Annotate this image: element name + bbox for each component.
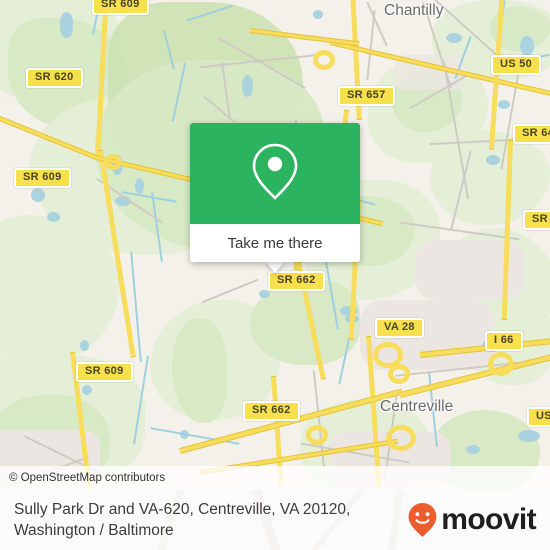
map-road-shield[interactable]: US [527, 407, 550, 427]
map-attribution-text: © OpenStreetMap contributors [9, 472, 166, 484]
map-road-shield[interactable]: SR 609 [14, 168, 71, 188]
info-card[interactable]: Take me there [190, 123, 360, 262]
footer-bar: Sully Park Dr and VA-620, Centreville, V… [0, 490, 550, 550]
map-water-body [242, 75, 253, 97]
take-me-there-label: Take me there [227, 234, 323, 252]
map-road-shield[interactable]: VA 28 [375, 318, 424, 338]
map-water-body [446, 33, 462, 43]
map-water-body [135, 178, 144, 194]
info-card-header [190, 123, 360, 224]
moovit-pin-smiley-icon [407, 502, 438, 538]
map-interchange [488, 352, 514, 376]
map-water-body [486, 155, 500, 165]
map-road-shield[interactable]: SR 620 [26, 68, 83, 88]
map-road-shield[interactable]: SR 657 [338, 86, 395, 106]
map-road-shield[interactable]: SR 609 [76, 362, 133, 382]
map-interchange [306, 425, 328, 445]
map-water-body [60, 12, 73, 38]
map-place-label: Chantilly [384, 2, 444, 19]
station-address: Sully Park Dr and VA-620, Centreville, V… [14, 499, 407, 541]
map-interchange [104, 154, 122, 170]
take-me-there-button[interactable]: Take me there [190, 224, 360, 262]
map-attribution: © OpenStreetMap contributors [0, 466, 550, 490]
map-interchange [313, 50, 335, 70]
station-address-line2: Washington / Baltimore [14, 522, 174, 539]
map-water-body [47, 212, 60, 222]
map-water-body [80, 340, 89, 351]
map-water-body [518, 430, 540, 442]
moovit-logo[interactable]: moovit [407, 502, 537, 538]
map-interchange [388, 364, 410, 384]
map-water-body [259, 290, 270, 298]
station-address-line1: Sully Park Dr and VA-620, Centreville, V… [14, 501, 351, 518]
map-road-shield[interactable]: SR 662 [268, 271, 325, 291]
map-water-body [466, 445, 480, 454]
map-road-shield[interactable]: SR 662 [243, 401, 300, 421]
map-road-shield[interactable]: US 50 [491, 55, 542, 75]
map-road-shield[interactable]: I 66 [485, 331, 523, 351]
map-road-shield[interactable]: SR 645 [513, 124, 550, 144]
map-water-body [31, 188, 45, 202]
map-place-label: Centreville [380, 398, 454, 415]
map-water-body [520, 36, 534, 56]
info-card-pointer [265, 261, 285, 273]
map-water-body [313, 10, 323, 19]
map-pin-icon [249, 140, 301, 207]
moovit-wordmark: moovit [441, 503, 536, 536]
moovit-station-map-screen: Chantilly Centreville SR 609 SR 620 SR 6… [0, 0, 550, 550]
map-water-body [82, 385, 92, 395]
map-road-shield[interactable]: SR 6 [523, 210, 550, 230]
map-road-shield[interactable]: SR 609 [92, 0, 149, 15]
map-interchange [386, 425, 416, 451]
map-water-body [498, 100, 510, 109]
